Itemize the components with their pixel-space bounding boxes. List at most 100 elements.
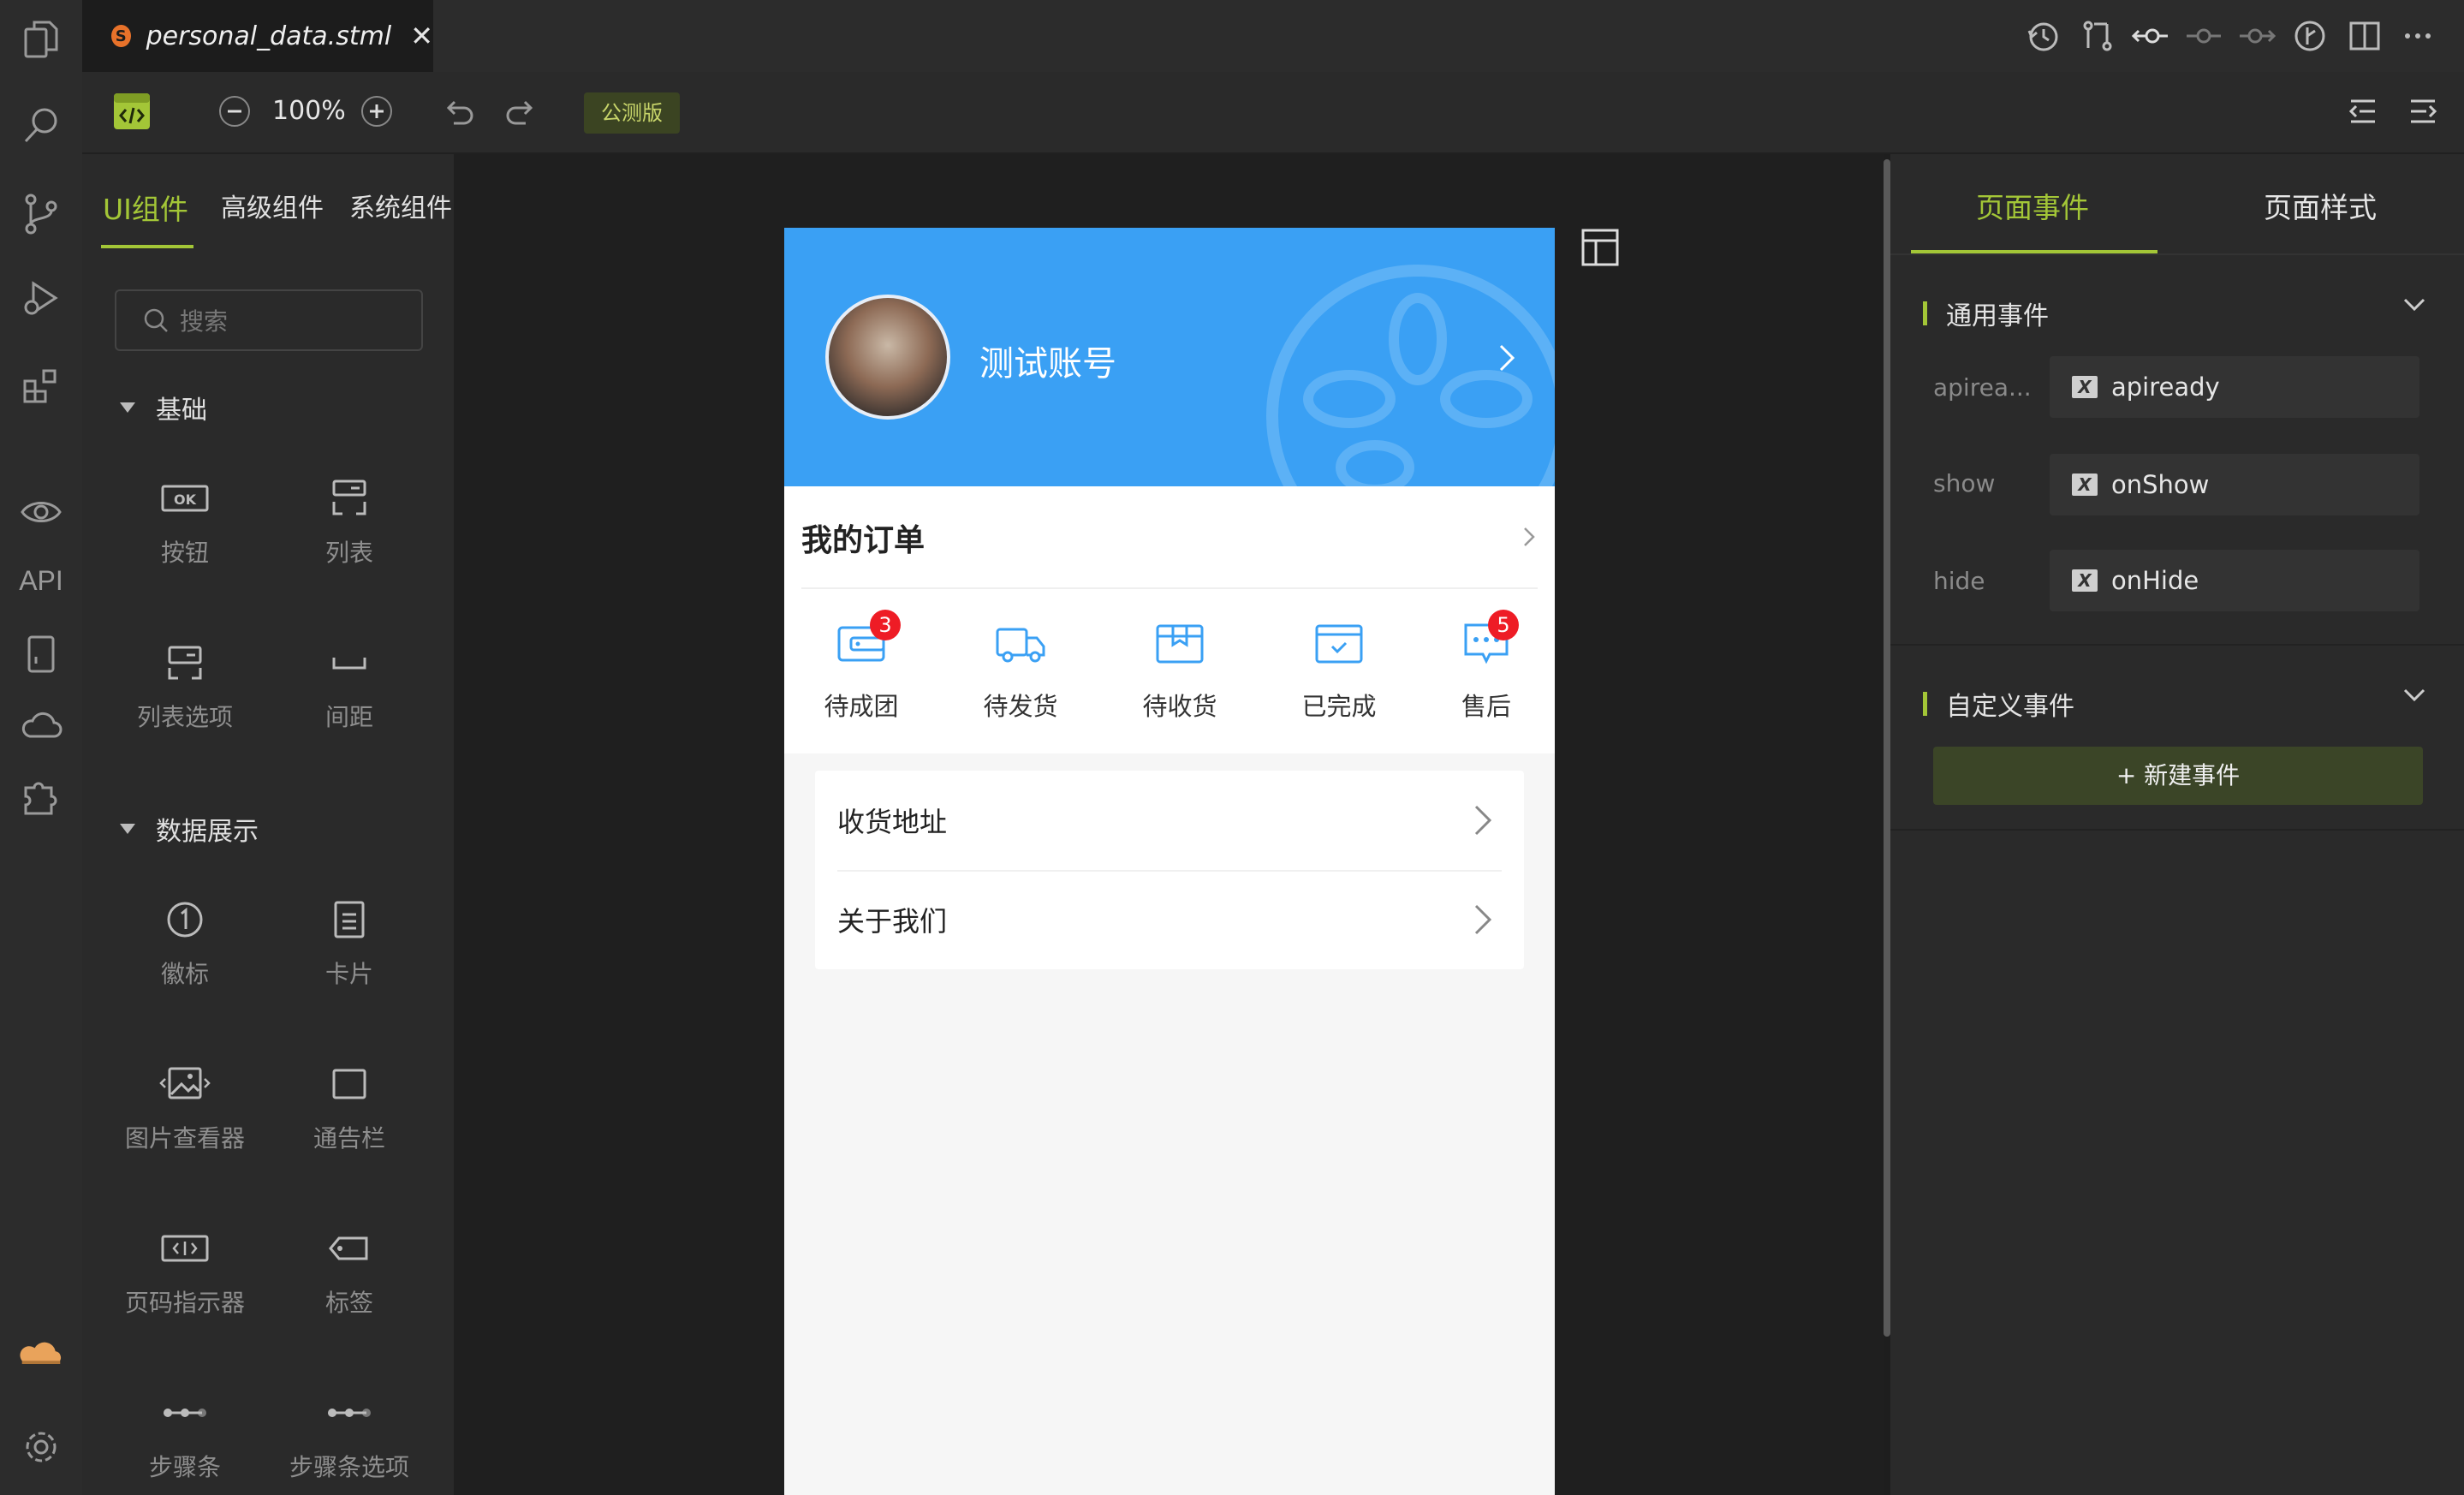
component-steps[interactable]: 步骤条 [108,1389,262,1483]
component-label: 列表 [324,539,373,567]
more-actions-icon[interactable] [2399,17,2437,55]
designer-toolbar [82,72,2464,154]
order-status-after-sales[interactable]: 5 售后 [1435,610,1538,723]
compare-changes-icon[interactable] [2079,17,2116,55]
redo-icon[interactable] [503,94,538,128]
collapse-left-panel-icon[interactable] [2346,94,2380,128]
common-events-title: 通用事件 [1946,301,2049,331]
extensions-icon[interactable] [19,363,63,408]
section-accent-bar [1923,301,1927,325]
component-step-item[interactable]: 步骤条选项 [272,1389,426,1483]
search-icon [144,308,168,332]
order-status-label: 待成团 [824,692,899,721]
section-basic[interactable]: 基础 [120,389,207,426]
active-tab-indicator [1911,250,2157,253]
section-custom-events[interactable]: 自定义事件 [1923,685,2074,723]
menu-item-about-us[interactable]: 关于我们 [815,870,1524,969]
new-event-button[interactable]: + 新建事件 [1933,747,2423,805]
list-item-icon [108,639,262,687]
device-icon[interactable] [19,632,63,676]
order-status-label: 待收货 [1142,692,1217,721]
event-handler-field[interactable]: X onShow [2050,454,2419,515]
account-name[interactable]: 测试账号 [979,336,1116,385]
component-label: 步骤条选项 [289,1453,409,1481]
files-icon[interactable] [19,17,63,62]
chevron-right-icon[interactable] [1497,342,1517,373]
event-handler-field[interactable]: X onHide [2050,550,2419,611]
cloud-account-icon[interactable] [19,1331,63,1375]
component-button[interactable]: OK 按钮 [108,474,262,569]
chevron-right-icon [1474,805,1492,836]
order-status-to-ship[interactable]: 待发货 [969,616,1072,723]
source-control-icon[interactable] [19,192,63,236]
avatar[interactable] [825,295,950,420]
cloud-icon[interactable] [19,702,63,747]
run-debug-icon[interactable] [19,276,63,320]
chevron-right-icon [1474,904,1492,935]
layout-template-icon[interactable] [1580,228,1620,267]
git-back-icon[interactable] [2132,17,2169,55]
git-forward-icon[interactable] [2238,17,2276,55]
undo-icon[interactable] [442,94,476,128]
truck-icon [969,616,1072,671]
search-icon[interactable] [19,103,63,147]
section-data-display[interactable]: 数据展示 [120,810,259,848]
tab-page-events[interactable]: 页面事件 [1976,185,2089,226]
section-accent-bar [1923,692,1927,716]
section-common-events[interactable]: 通用事件 [1923,295,2049,332]
component-tag[interactable]: 标签 [272,1224,426,1319]
component-list[interactable]: 列表 [272,474,426,569]
profile-header[interactable]: 测试账号 [784,228,1555,486]
chevron-down-icon[interactable] [2402,296,2426,313]
section-basic-title: 基础 [156,396,207,426]
phone-preview[interactable]: 测试账号 我的订单 3 待成团 待发货 待收货 已完成 5 售后 收货地址 关于… [784,228,1555,1495]
event-name-apiready: apirea... [1933,373,2032,402]
zoom-out-icon[interactable] [217,94,252,128]
my-orders-title[interactable]: 我的订单 [801,515,925,560]
canvas-scrollbar[interactable] [1884,159,1890,1337]
custom-events-title: 自定义事件 [1946,692,2074,722]
component-list-item[interactable]: 列表选项 [108,639,262,733]
tab-page-styles[interactable]: 页面样式 [2264,185,2377,226]
collapse-right-panel-icon[interactable] [2406,94,2440,128]
order-status-to-receive[interactable]: 待收货 [1128,616,1231,723]
component-notice-bar[interactable]: 通告栏 [272,1060,426,1154]
component-search-input[interactable]: 搜索 [115,289,423,351]
component-label: 页码指示器 [124,1289,245,1317]
component-badge[interactable]: 徽标 [108,896,262,990]
split-editor-icon[interactable] [2346,17,2384,55]
history-icon[interactable] [2024,17,2062,55]
component-spacing[interactable]: 间距 [272,639,426,733]
zoom-in-icon[interactable] [360,94,394,128]
tab-ui-components[interactable]: UI组件 [103,187,188,228]
event-handler-value: onShow [2111,470,2210,499]
api-label[interactable]: API [0,565,82,597]
preview-eye-icon[interactable] [19,490,63,534]
notice-bar-icon [272,1060,426,1108]
order-status-completed[interactable]: 已完成 [1288,616,1390,723]
settings-gear-icon[interactable] [19,1425,63,1469]
git-commit-icon[interactable] [2185,17,2223,55]
menu-item-shipping-address[interactable]: 收货地址 [815,771,1524,870]
order-status-label: 已完成 [1301,692,1377,721]
close-tab-icon[interactable]: ✕ [410,20,433,52]
event-handler-field[interactable]: X apiready [2050,356,2419,418]
properties-panel [1890,154,2464,1495]
code-view-icon[interactable] [113,92,151,130]
component-label: 列表选项 [136,703,233,731]
component-page-indicator[interactable]: 页码指示器 [108,1224,262,1319]
component-image-viewer[interactable]: 图片查看器 [108,1060,262,1154]
tab-system-components[interactable]: 系统组件 [349,187,452,224]
file-tab[interactable]: S personal_data.stml ✕ [82,0,433,72]
plugin-icon[interactable] [19,774,63,819]
chevron-down-icon[interactable] [2402,687,2426,704]
card-icon [272,896,426,944]
component-card[interactable]: 卡片 [272,896,426,990]
order-status-pending-group[interactable]: 3 待成团 [810,610,913,723]
tab-advanced-components[interactable]: 高级组件 [221,187,324,224]
git-graph-icon[interactable] [2291,17,2329,55]
component-label: 图片查看器 [124,1124,245,1153]
function-icon: X [2072,474,2098,496]
chevron-right-icon[interactable] [1522,526,1536,548]
steps-icon [108,1389,262,1437]
